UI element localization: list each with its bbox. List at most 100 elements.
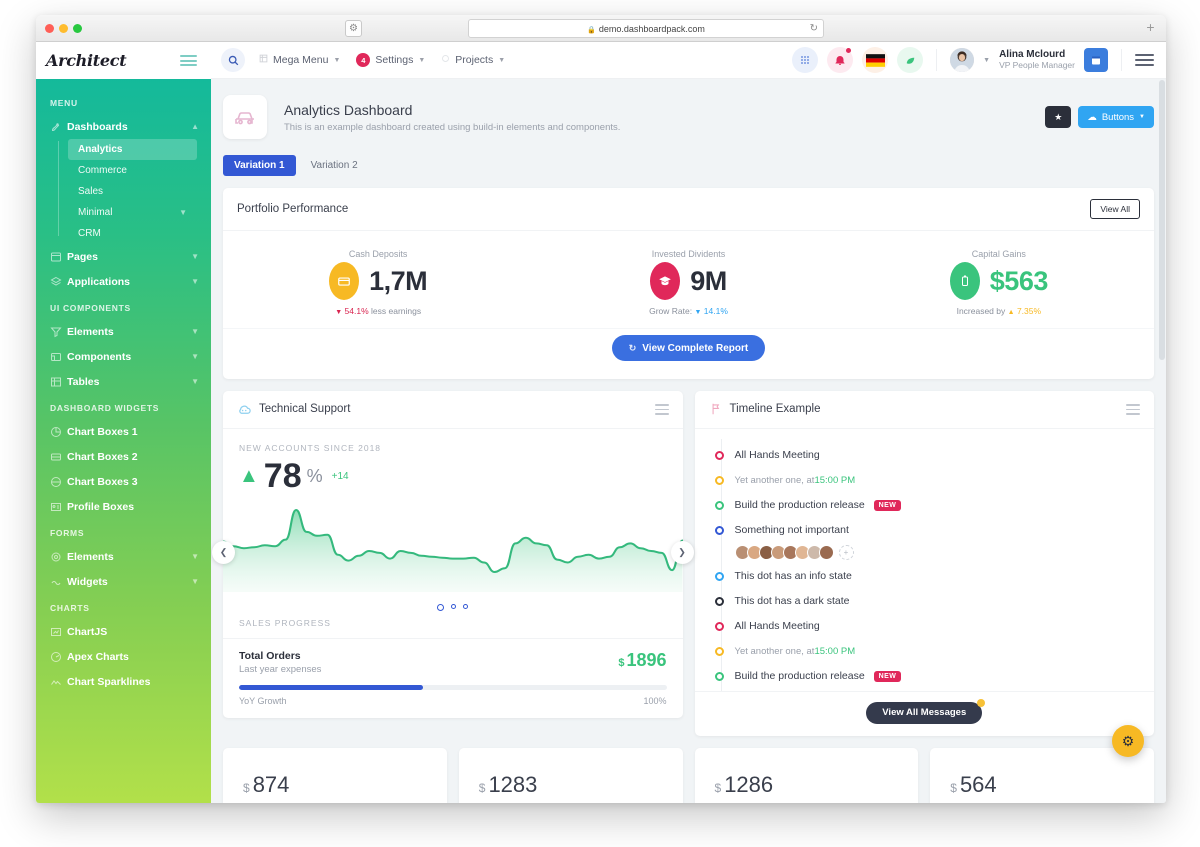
minimize-window-button[interactable] [59, 24, 68, 33]
sidebar-item-elements[interactable]: Elements ▼ [36, 319, 211, 344]
grid-apps-icon[interactable] [792, 47, 819, 73]
sidebar-item-chart-boxes-1[interactable]: Chart Boxes 1 [36, 419, 211, 444]
sidebar-item-dashboards[interactable]: Dashboards ▲ [36, 114, 211, 139]
view-all-button[interactable]: View All [1090, 199, 1140, 219]
window-controls[interactable] [45, 24, 82, 33]
star-button[interactable]: ★ [1045, 106, 1072, 128]
pager-dot-2[interactable] [451, 603, 457, 609]
reload-icon[interactable]: ↻ [810, 20, 818, 38]
stat-box-last-month-sales[interactable]: $1286 last month sales ▲ [694, 747, 919, 803]
tab-variation-1[interactable]: Variation 1 [223, 155, 296, 176]
stat-box-sales-last-month[interactable]: $874 sales last month ▲ [223, 747, 447, 803]
user-info: Alina Mclourd VP People Manager [999, 49, 1075, 70]
calendar-icon[interactable] [1084, 48, 1108, 72]
sidebar-item-chartjs[interactable]: ChartJS [36, 619, 211, 644]
progress-bar[interactable] [239, 684, 667, 690]
sidebar-item-form-elements[interactable]: Elements ▼ [36, 544, 211, 569]
menu-projects[interactable]: Projects ▼ [441, 54, 505, 66]
chevron-down-icon[interactable]: ▼ [983, 57, 990, 64]
sidebar-item-pages[interactable]: Pages ▼ [36, 244, 211, 269]
timeline-dot [714, 525, 724, 535]
gear-icon[interactable]: ⚙ [345, 20, 362, 37]
carousel-next-button[interactable]: ❯ [670, 540, 694, 564]
view-all-messages-button[interactable]: View All Messages [866, 698, 986, 724]
timeline-item[interactable]: This dot has a dark state [714, 589, 1139, 614]
apex-icon [50, 650, 67, 664]
sidebar-item-analytics[interactable]: Analytics [68, 139, 197, 160]
two-column-row: Technical Support ❮ ❯ NEW ACCOUNTS SINCE… [212, 391, 1154, 736]
timeline-item[interactable]: Something not important [714, 518, 1139, 543]
timeline-item[interactable]: All Hands Meeting [714, 614, 1139, 639]
view-complete-report-button[interactable]: ↻ View Complete Report [611, 335, 766, 361]
sidebar-item-chart-boxes-2[interactable]: Chart Boxes 2 [36, 444, 211, 469]
carousel-pager[interactable] [239, 597, 667, 615]
avatar-group[interactable]: + [715, 543, 1139, 564]
sidebar-item-sales[interactable]: Sales [68, 181, 197, 202]
menu-settings[interactable]: 4 Settings ▼ [356, 53, 425, 67]
hamburger-icon[interactable] [1126, 402, 1140, 417]
kpi-value: $563 [989, 265, 1049, 296]
timeline-item[interactable]: All Hands Meeting [714, 443, 1139, 468]
kpi-value: 1,7M [369, 265, 428, 296]
pager-dot-3[interactable] [463, 603, 469, 609]
sidebar-item-minimal[interactable]: Minimal ▼ [68, 202, 197, 223]
bell-icon[interactable] [827, 47, 854, 73]
sidebar-item-commerce[interactable]: Commerce [68, 160, 197, 181]
chevron-down-icon: ▼ [191, 577, 199, 586]
sidebar-submenu-dashboards: Analytics Commerce Sales Minimal ▼ CRM [36, 139, 211, 244]
add-member-button[interactable]: + [838, 544, 854, 560]
sidebar-item-tables[interactable]: Tables ▼ [36, 369, 211, 394]
sidebar-item-components[interactable]: Components ▼ [36, 344, 211, 369]
sidebar-item-chart-sparklines[interactable]: Chart Sparklines [36, 669, 211, 694]
timeline-item[interactable]: Yet another one, at 15:00 PM [714, 639, 1139, 664]
timeline-item[interactable]: This dot has an info state [714, 564, 1139, 589]
stat-box-total-revenue[interactable]: $564 total revenue ▲ [930, 747, 1154, 803]
buttons-dropdown[interactable]: ☁ Buttons ▼ [1078, 106, 1154, 128]
sidebar-item-apex-charts[interactable]: Apex Charts [36, 644, 211, 669]
progress-right-label: 100% [643, 695, 667, 706]
leaf-icon[interactable] [897, 47, 924, 73]
menu-mega-menu[interactable]: Mega Menu ▼ [259, 54, 340, 66]
carousel-prev-button[interactable]: ❮ [212, 540, 235, 564]
maximize-window-button[interactable] [73, 24, 82, 33]
sidebar-item-applications[interactable]: Applications ▼ [36, 269, 211, 294]
timeline-dot [714, 475, 724, 485]
sidebar-item-crm[interactable]: CRM [68, 223, 197, 244]
sidebar: Architect MENU Dashboards ▲ Analytics Co… [36, 42, 211, 803]
hamburger-icon[interactable] [1135, 51, 1154, 69]
chevron-down-icon: ▼ [191, 277, 199, 286]
stat-box-sales-income[interactable]: $1283 sales income ▲ [458, 747, 683, 803]
flag-de-icon[interactable] [862, 47, 889, 73]
timeline-item[interactable]: Build the production release NEW [714, 493, 1139, 518]
plus-icon[interactable]: + [1142, 20, 1159, 37]
chart-box-icon [50, 425, 67, 439]
avatar[interactable] [950, 48, 975, 72]
close-window-button[interactable] [45, 24, 54, 33]
sidebar-item-profile-boxes[interactable]: Profile Boxes [36, 494, 211, 519]
sidebar-subitem-label: Commerce [78, 165, 127, 176]
sidebar-subitem-label: Minimal [78, 207, 113, 218]
sidebar-item-form-widgets[interactable]: Widgets ▼ [36, 569, 211, 594]
pages-icon [50, 250, 67, 264]
timeline-item[interactable]: Build the production release NEW [714, 664, 1139, 689]
hamburger-icon[interactable] [180, 53, 197, 69]
sidebar-item-label: Elements [67, 325, 114, 338]
hamburger-icon[interactable] [654, 402, 669, 417]
sidebar-item-chart-boxes-3[interactable]: Chart Boxes 3 [36, 469, 211, 494]
address-bar[interactable]: 🔒 demo.dashboardpack.com ↻ [468, 19, 824, 38]
user-role: VP People Manager [999, 59, 1075, 70]
scrollbar[interactable] [1159, 80, 1165, 360]
kpi-delta-value: 54.1% [344, 306, 369, 316]
timeline-dot [714, 621, 724, 631]
search-icon[interactable] [221, 48, 245, 72]
kpi-capital-gains: Capital Gains $563 Increased by ▲ 7.35% [844, 249, 1154, 316]
avatar[interactable] [818, 544, 834, 560]
sidebar-nav: MENU Dashboards ▲ Analytics Commerce Sal… [36, 79, 211, 714]
timeline-text: All Hands Meeting [734, 449, 820, 462]
tab-variation-2[interactable]: Variation 2 [300, 155, 369, 176]
buttons-label: Buttons [1101, 111, 1135, 123]
gear-icon[interactable]: ⚙ [1112, 725, 1144, 757]
pager-dot-1[interactable] [437, 603, 445, 611]
timeline-item[interactable]: Yet another one, at 15:00 PM [714, 468, 1139, 493]
sidebar-caption: CHARTS [50, 603, 90, 613]
